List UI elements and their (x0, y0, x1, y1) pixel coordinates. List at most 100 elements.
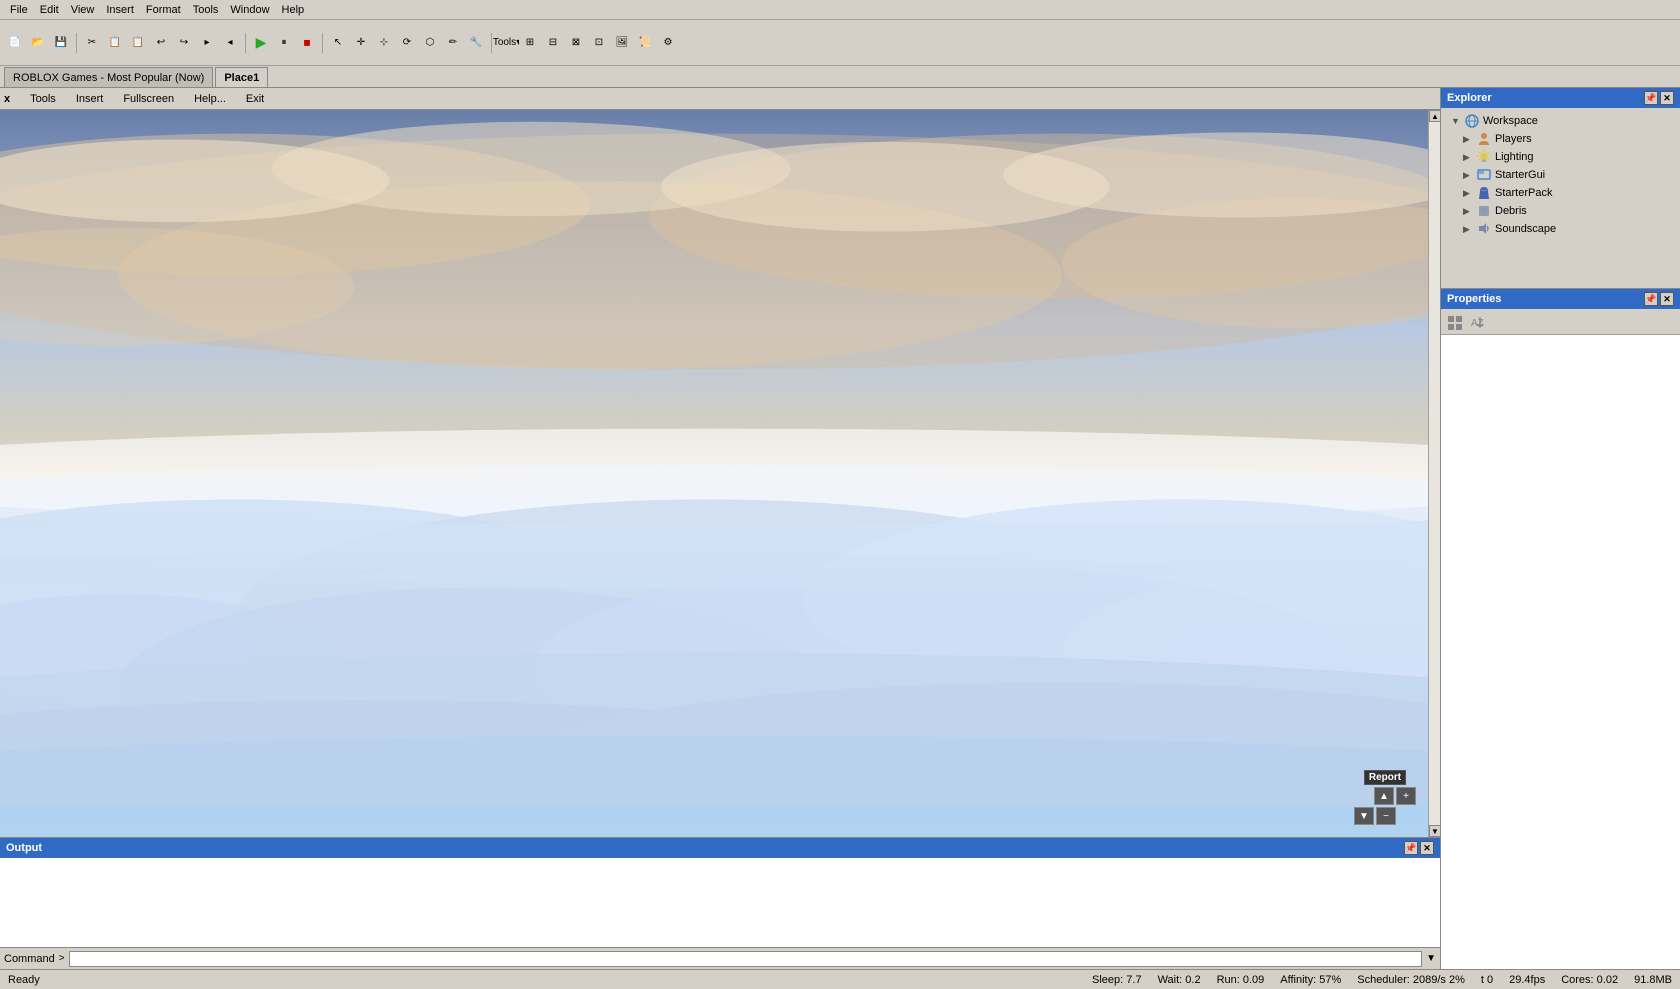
toolbar-save[interactable]: 💾 (50, 32, 72, 54)
tab-breadcrumb[interactable]: ROBLOX Games - Most Popular (Now) (4, 67, 213, 87)
game-fullscreen[interactable]: Fullscreen (119, 91, 178, 107)
props-sort-btn[interactable]: AZ (1467, 312, 1487, 332)
toolbar-transform[interactable]: ⬡ (419, 32, 441, 54)
game-help[interactable]: Help... (190, 91, 230, 107)
toolbar-stop[interactable]: ⏹ (296, 32, 318, 54)
tab-place1[interactable]: Place1 (215, 67, 268, 87)
toolbar-paint[interactable]: ✏ (442, 32, 464, 54)
starterpack-arrow: ▶ (1463, 188, 1473, 199)
toolbar-new[interactable]: 📄 (4, 32, 26, 54)
toolbar-grid[interactable]: ⊟ (542, 32, 564, 54)
toolbar-paste[interactable]: 📋 (127, 32, 149, 54)
output-close-btn[interactable]: ✕ (1420, 841, 1434, 855)
menu-view[interactable]: View (65, 2, 101, 18)
center-right-layout: x Tools Insert Fullscreen Help... Exit (0, 88, 1680, 969)
game-tools[interactable]: Tools (26, 91, 60, 107)
properties-pin-btn[interactable]: 📌 (1644, 292, 1658, 306)
command-input[interactable] (69, 951, 1423, 967)
explorer-close-btn[interactable]: ✕ (1660, 91, 1674, 105)
toolbar-terrain[interactable]: 🔧 (465, 32, 487, 54)
tabbar: ROBLOX Games - Most Popular (Now) Place1 (0, 66, 1680, 88)
toolbar-select[interactable]: ↖ (327, 32, 349, 54)
output-pin-btn[interactable]: 📌 (1404, 841, 1418, 855)
game-exit[interactable]: Exit (242, 91, 268, 107)
tree-item-startergui[interactable]: ▶ StarterGui (1443, 166, 1678, 184)
menu-insert[interactable]: Insert (100, 2, 140, 18)
toolbar-open[interactable]: 📂 (27, 32, 49, 54)
toolbar-lua[interactable]: 📜 (634, 32, 656, 54)
toolbar-snap[interactable]: ⊞ (519, 32, 541, 54)
properties-content (1441, 335, 1680, 969)
toolbar-sep-2 (245, 33, 246, 53)
tree-item-players[interactable]: ▶ Players (1443, 130, 1678, 148)
toolbar-btn-b[interactable]: ◂ (219, 32, 241, 54)
nav-down-btn[interactable]: ▼ (1354, 807, 1374, 825)
stat-scheduler: Scheduler: 2089/s 2% (1357, 974, 1465, 986)
menu-file[interactable]: File (4, 2, 34, 18)
nav-zoom-in-btn[interactable]: ▲ (1374, 787, 1394, 805)
menu-tools[interactable]: Tools (187, 2, 225, 18)
clouds-svg (0, 110, 1428, 806)
toolbar-axis[interactable]: ⊠ (565, 32, 587, 54)
game-insert[interactable]: Insert (72, 91, 108, 107)
tree-item-debris[interactable]: ▶ Debris (1443, 202, 1678, 220)
workspace-icon (1464, 113, 1480, 129)
toolbar-group-edit: ✂ 📋 📋 ↩ ↪ ▸ ◂ (81, 32, 241, 54)
toolbar-redo[interactable]: ↪ (173, 32, 195, 54)
toolbar-btn-a[interactable]: ▸ (196, 32, 218, 54)
menu-window[interactable]: Window (224, 2, 275, 18)
toolbar-copy[interactable]: 📋 (104, 32, 126, 54)
report-button[interactable]: Report (1364, 770, 1406, 785)
tab-place1-text: Place1 (224, 72, 259, 84)
stat-affinity: Affinity: 57% (1280, 974, 1341, 986)
toolbar-pause[interactable]: ⏸ (273, 32, 295, 54)
players-icon (1476, 131, 1492, 147)
menu-format[interactable]: Format (140, 2, 187, 18)
toolbar-sep-1 (76, 33, 77, 53)
toolbar-tools-dropdown[interactable]: Tools▾ (496, 32, 518, 54)
app: File Edit View Insert Format Tools Windo… (0, 0, 1680, 989)
toolbar-surface[interactable]: ⊡ (588, 32, 610, 54)
menu-edit[interactable]: Edit (34, 2, 65, 18)
statusbar-stats: Sleep: 7.7 Wait: 0.2 Run: 0.09 Affinity:… (1092, 974, 1672, 986)
stat-run: Run: 0.09 (1217, 974, 1265, 986)
stat-memory: 91.8MB (1634, 974, 1672, 986)
properties-close-btn[interactable]: ✕ (1660, 292, 1674, 306)
scroll-track[interactable] (1429, 122, 1440, 825)
toolbar-scale[interactable]: ⊹ (373, 32, 395, 54)
scroll-up-btn[interactable]: ▲ (1429, 110, 1440, 122)
viewport-scrollbar[interactable]: ▲ ▼ (1428, 110, 1440, 837)
toolbar-undo[interactable]: ↩ (150, 32, 172, 54)
toolbar-rotate[interactable]: ⟳ (396, 32, 418, 54)
toolbar-move[interactable]: ✛ (350, 32, 372, 54)
tree-item-starterpack[interactable]: ▶ StarterPack (1443, 184, 1678, 202)
toolbar-play[interactable]: ▶ (250, 32, 272, 54)
tree-item-workspace[interactable]: ▼ Workspace (1443, 112, 1678, 130)
command-dropdown-arrow[interactable]: ▼ (1426, 953, 1436, 964)
toolbar-sep-3 (322, 33, 323, 53)
toolbar-settings[interactable]: ⚙ (657, 32, 679, 54)
toolbar-cut[interactable]: ✂ (81, 32, 103, 54)
soundscape-icon (1476, 221, 1492, 237)
explorer-panel: Explorer 📌 ✕ ▼ (1441, 88, 1680, 288)
lighting-arrow: ▶ (1463, 152, 1473, 163)
nav-zoom-out-btn[interactable]: − (1376, 807, 1396, 825)
stat-wait: Wait: 0.2 (1158, 974, 1201, 986)
menu-help[interactable]: Help (276, 2, 311, 18)
debris-icon (1476, 203, 1492, 219)
game-close-btn[interactable]: x (4, 93, 10, 105)
props-categories-btn[interactable] (1445, 312, 1465, 332)
tree-item-lighting[interactable]: ▶ Lighting (1443, 148, 1678, 166)
explorer-titlebar-btns: 📌 ✕ (1644, 91, 1674, 105)
toolbar-decal[interactable]: 🖼 (611, 32, 633, 54)
scroll-down-btn[interactable]: ▼ (1429, 825, 1440, 837)
tree-item-soundscape[interactable]: ▶ Soundscape (1443, 220, 1678, 238)
explorer-pin-btn[interactable]: 📌 (1644, 91, 1658, 105)
svg-text:AZ: AZ (1471, 318, 1484, 329)
nav-right-btn[interactable]: + (1396, 787, 1416, 805)
viewport[interactable]: Report ▲ + ▼ − (0, 110, 1428, 837)
status-ready: Ready (8, 974, 40, 986)
output-content (0, 858, 1440, 947)
command-bar: Command > ▼ (0, 947, 1440, 969)
players-label: Players (1495, 133, 1532, 145)
